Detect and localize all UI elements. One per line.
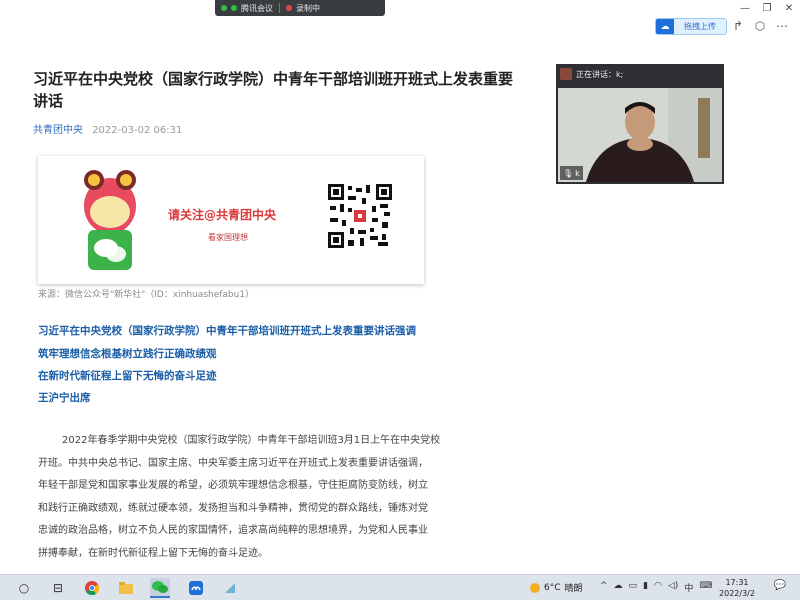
ime-indicator[interactable]: 中	[684, 581, 693, 594]
taskbar: ○ ⊟ 6°C 晴朗 ^ ☁ ▭ ▮ ◠ ◁) 中 ⌨ 17:31 2022/3…	[0, 574, 800, 600]
headline-line: 筑牢理想信念根基树立践行正确政绩观	[38, 348, 217, 360]
body-line: 年轻干部是党和国家事业发展的希望，必须筑牢理想信念根基，守住拒腐防变防线，树立	[38, 480, 428, 491]
sun-icon	[530, 582, 540, 593]
record-icon	[286, 5, 292, 11]
body-line: 忠诚的政治品格，树立不负人民的家国情怀，追求高尚纯粹的思想境界，为党和人民事业	[38, 525, 428, 536]
clock-time: 17:31	[725, 578, 749, 587]
notification-icon[interactable]: 💬	[772, 580, 788, 596]
mic-status-icon	[221, 5, 227, 11]
body-line: 和践行正确政绩观，练就过硬本领，发扬担当和斗争精神，贯彻党的群众路线，锤炼对党	[38, 502, 428, 514]
top-toolbar: — ❐ ✕ ☁ 拖拽上传 ↱ ⬡ ⋯	[0, 3, 800, 44]
cloud-icon: ☁	[656, 19, 674, 34]
mascot-icon	[84, 170, 136, 270]
banner-sub-text: 看家国理想	[208, 233, 248, 242]
chevron-up-icon[interactable]: ^	[600, 581, 608, 594]
video-status-icon	[231, 5, 237, 11]
chrome-icon[interactable]	[82, 578, 102, 598]
participant-name: k	[575, 168, 580, 178]
battery-icon[interactable]: ▭	[629, 581, 638, 594]
start-icon[interactable]: ○	[14, 578, 34, 598]
minimize-icon[interactable]: —	[738, 2, 752, 16]
video-feed: 🎙 k	[558, 88, 722, 182]
participant-tag: 🎙 k	[560, 166, 583, 180]
clock-date: 2022/3/2	[719, 589, 755, 598]
app-icon[interactable]	[220, 578, 240, 598]
upload-label: 拖拽上传	[684, 22, 716, 31]
speaker-video-panel[interactable]: 正在讲话：k; 🎙 k	[556, 64, 724, 184]
volume-icon[interactable]: ◁)	[668, 581, 678, 594]
recording-label[interactable]: 录制中	[296, 3, 320, 14]
article-body: 2022年春季学期中央党校（国家行政学院）中青年干部培训班3月1日上午在中央党校…	[38, 430, 500, 565]
headline-line: 在新时代新征程上留下无悔的奋斗足迹	[38, 370, 217, 382]
close-icon[interactable]: ✕	[782, 2, 796, 16]
weather-temp: 6°C	[544, 582, 561, 593]
weather-desc: 晴朗	[564, 584, 583, 594]
restore-icon[interactable]: ❐	[760, 2, 774, 16]
body-line: 2022年春季学期中央党校（国家行政学院）中青年干部培训班3月1日上午在中央党校	[62, 435, 441, 446]
avatar	[560, 68, 572, 80]
system-tray: ^ ☁ ▭ ▮ ◠ ◁) 中 ⌨	[600, 581, 712, 594]
task-view-icon[interactable]: ⊟	[48, 578, 68, 598]
source-note: 来源：微信公众号"新华社"（ID：xinhuashefabu1）	[38, 290, 255, 300]
article-timestamp: 2022-03-02 06:31	[92, 125, 183, 136]
divider	[279, 3, 280, 13]
meeting-floating-bar[interactable]: 腾讯会议 录制中	[215, 0, 385, 16]
qr-code-icon	[326, 182, 394, 250]
wechat-icon[interactable]	[150, 578, 170, 598]
clock[interactable]: 17:31 2022/3/2	[715, 577, 759, 599]
tencent-meeting-icon[interactable]	[186, 578, 206, 598]
video-header: 正在讲话：k;	[556, 64, 724, 84]
article-source-link[interactable]: 共青团中央	[33, 125, 83, 136]
cloud-icon[interactable]: ☁	[614, 581, 623, 594]
weather-widget[interactable]: 6°C 晴朗	[530, 581, 583, 594]
share-icon[interactable]: ↱	[730, 18, 746, 34]
speaking-label: 正在讲话：k;	[576, 69, 624, 79]
meeting-app-label: 腾讯会议	[241, 3, 273, 13]
article-meta: 共青团中央 2022-03-02 06:31	[33, 121, 182, 136]
mic-icon: 🎙	[563, 168, 574, 178]
body-line: 拼搏奉献，在新时代新征程上留下无悔的奋斗足迹。	[38, 547, 268, 559]
file-explorer-icon[interactable]	[116, 578, 136, 598]
wifi-icon[interactable]: ◠	[654, 581, 662, 594]
article-title: 习近平在中央党校（国家行政学院）中青年干部培训班开班式上发表重要讲话	[33, 70, 514, 110]
banner-follow-text: 请关注@共青团中央	[168, 208, 277, 222]
more-icon[interactable]: ⋯	[774, 18, 790, 34]
headline-line: 习近平在中央党校（国家行政学院）中青年干部培训班开班式上发表重要讲话强调	[38, 325, 416, 337]
follow-banner-image: 请关注@共青团中央 看家国理想	[38, 156, 424, 284]
headline-line: 王沪宁出席	[38, 392, 91, 404]
drag-upload-button[interactable]: ☁ 拖拽上传	[655, 18, 727, 35]
cube-icon[interactable]: ⬡	[752, 18, 768, 34]
network-icon[interactable]: ▮	[643, 581, 648, 594]
body-line: 开班。中共中央总书记、国家主席、中央军委主席习近平在开班式上发表重要讲话强调，	[38, 457, 428, 469]
input-icon[interactable]: ⌨	[699, 581, 712, 594]
